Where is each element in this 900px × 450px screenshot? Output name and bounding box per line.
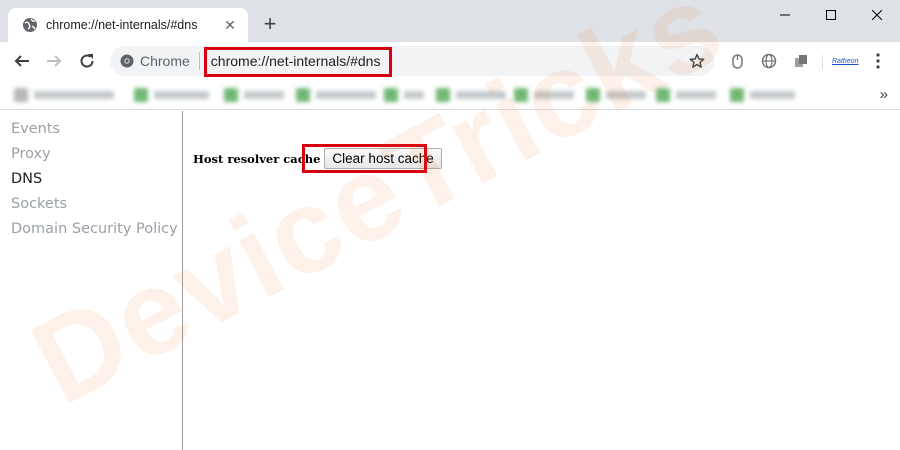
close-icon [872,10,882,20]
bookmark-item[interactable] [224,86,284,104]
pages-extension-icon[interactable] [793,53,809,69]
bookmark-item[interactable] [384,86,424,104]
sidebar-item-sockets[interactable]: Sockets [0,192,182,217]
chrome-page-icon[interactable] [120,54,134,68]
bookmark-item[interactable] [14,86,114,104]
clear-host-cache-button[interactable]: Clear host cache [324,148,442,169]
star-icon [689,53,705,68]
minimize-icon [780,14,790,16]
address-bar[interactable]: Chrome chrome://net-internals/#dns [110,46,714,76]
kebab-menu-icon [876,53,880,69]
net-internals-sidebar: Events Proxy DNS Sockets Domain Security… [0,111,183,450]
close-window-button[interactable] [854,0,900,30]
host-resolver-label: Host resolver cache [193,151,321,166]
back-button[interactable] [10,49,34,73]
sidebar-item-domain-security-policy[interactable]: Domain Security Policy [0,217,182,242]
reload-icon [80,54,94,68]
sidebar-item-proxy[interactable]: Proxy [0,142,182,167]
host-resolver-row: Host resolver cache Clear host cache [193,148,442,169]
tab-net-internals[interactable]: chrome://net-internals/#dns ✕ [8,8,248,42]
dns-panel: Host resolver cache Clear host cache [184,111,900,450]
sidebar-item-dns[interactable]: DNS [0,167,182,192]
bookmark-item[interactable] [656,86,716,104]
bookmarks-bar: » [0,80,900,110]
browser-window: chrome://net-internals/#dns ✕ + Chrome c… [0,0,900,450]
globe-extension-icon[interactable] [761,53,777,69]
bookmark-item[interactable] [514,86,574,104]
bookmark-item[interactable] [296,86,376,104]
bookmark-star-button[interactable] [688,52,706,70]
mouse-extension-icon[interactable] [729,53,745,69]
forward-button[interactable] [42,49,66,73]
bookmark-item[interactable] [586,86,646,104]
bookmark-item[interactable] [730,86,795,104]
forward-arrow-icon [47,55,62,67]
new-tab-button[interactable]: + [258,12,282,36]
url-text[interactable]: chrome://net-internals/#dns [207,51,385,71]
profile-extension-icon[interactable]: Ratheon [832,55,858,68]
minimize-button[interactable] [762,0,808,30]
globe-icon [22,17,38,33]
window-controls [762,0,900,32]
omnibox-divider [198,52,200,70]
back-arrow-icon [14,55,29,67]
maximize-button[interactable] [808,0,854,30]
bookmarks-overflow-button[interactable]: » [880,86,888,103]
tab-title: chrome://net-internals/#dns [46,18,198,32]
origin-chip-label: Chrome [140,53,190,69]
tab-strip: chrome://net-internals/#dns ✕ + [0,0,900,42]
sidebar-item-events[interactable]: Events [0,117,182,142]
reload-button[interactable] [75,49,99,73]
maximize-icon [826,10,836,20]
bookmark-item[interactable] [436,86,506,104]
menu-button[interactable] [868,50,888,72]
bookmark-item[interactable] [134,86,209,104]
toolbar: Chrome chrome://net-internals/#dns Rathe… [0,42,900,80]
tab-close-icon[interactable]: ✕ [222,17,238,33]
toolbar-divider [822,55,823,69]
